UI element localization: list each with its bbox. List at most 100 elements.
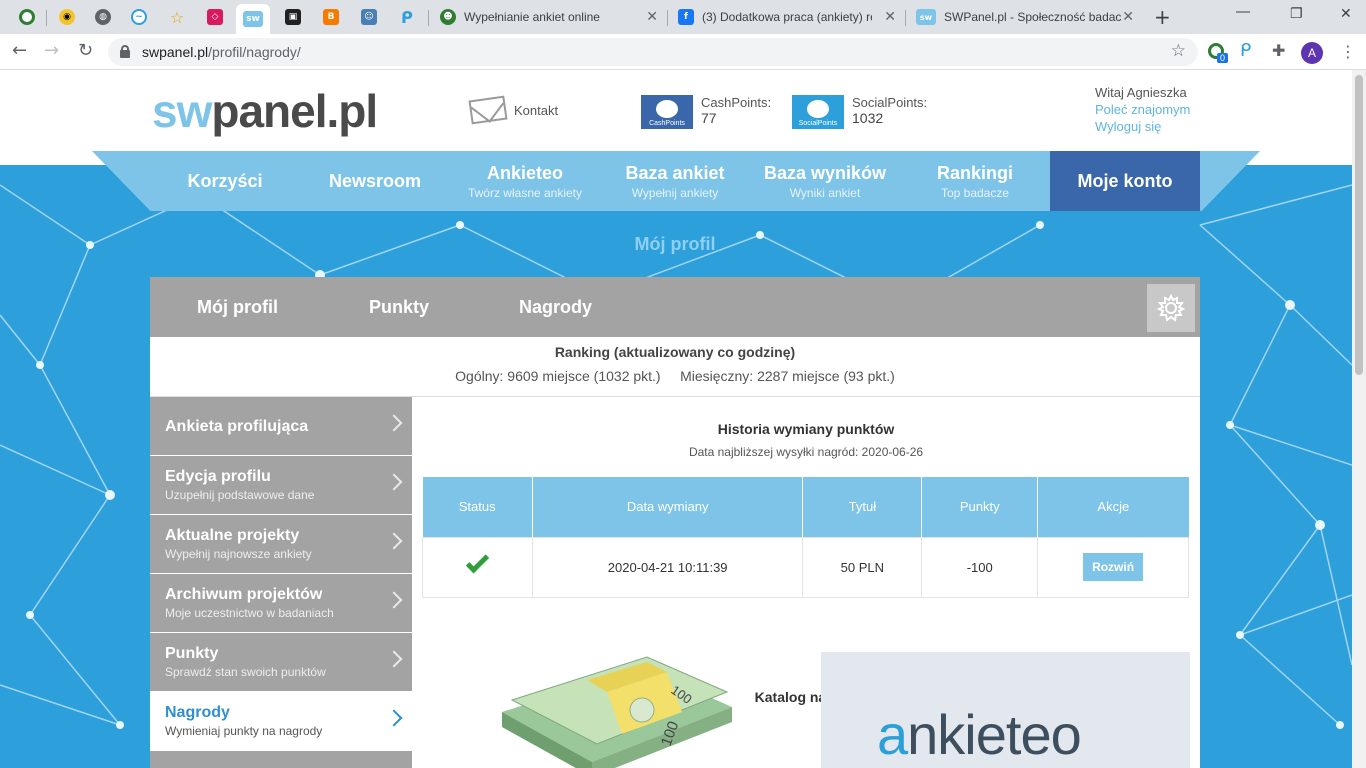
eye-icon: ◉	[59, 9, 75, 25]
ranking-monthly: Miesięczny: 2287 miejsce (93 pkt.)	[680, 368, 895, 384]
points-cell: -100	[921, 536, 1039, 598]
globe-icon: ◍	[95, 9, 111, 25]
contact-link[interactable]: Kontakt	[468, 95, 559, 125]
reward-card-cash[interactable]: 100 100	[492, 652, 732, 768]
close-tab-icon[interactable]: ✕	[884, 9, 896, 25]
minimize-icon[interactable]: ―	[1236, 4, 1250, 20]
lock-icon	[120, 45, 130, 58]
browser-toolbar: ← → ↻ swpanel.pl/profil/nagrody/ ☆	[0, 34, 1366, 70]
account-sidebar: Ankieta profilująca Edycja profilu Uzupe…	[150, 397, 412, 768]
sidebar-item-edycja-profilu[interactable]: Edycja profilu Uzupełnij podstawowe dane	[150, 456, 412, 515]
nav-label: Korzyści	[187, 170, 263, 191]
pinned-tab-6[interactable]: ◇	[198, 4, 232, 30]
expand-button[interactable]: Rozwiń	[1083, 553, 1144, 581]
nav-item-ankieteo[interactable]: Ankieteo Twórz własne ankiety	[450, 151, 600, 211]
sidebar-item-aktualne-projekty[interactable]: Aktualne projekty Wypełnij najnowsze ank…	[150, 515, 412, 574]
scrollbar-thumb[interactable]	[1355, 75, 1363, 375]
new-tab-button[interactable]: +	[1154, 5, 1171, 29]
reward-card-ankieteo[interactable]: ankieteo	[821, 652, 1190, 768]
sidebar-item-punkty[interactable]: Punkty Sprawdź stan swoich punktów	[150, 633, 412, 692]
star-icon: ☆	[169, 7, 185, 27]
nav-item-baza-ankiet[interactable]: Baza ankiet Wypełnij ankiety	[600, 151, 750, 211]
p-logo-icon: ᑭ	[401, 7, 413, 27]
back-icon[interactable]: ←	[12, 40, 27, 61]
p-extension-icon[interactable]: ᑭ	[1240, 40, 1251, 61]
restore-icon[interactable]: ❐	[1290, 6, 1303, 22]
close-tab-icon[interactable]: ✕	[646, 9, 658, 25]
sidebar-item-label: Edycja profilu	[165, 468, 271, 485]
reload-icon[interactable]: ↻	[78, 40, 93, 61]
pinned-tab-swpanel-active[interactable]: sw	[236, 4, 270, 34]
sidebar-item-next[interactable]	[150, 751, 412, 768]
tab-nagrody[interactable]: Nagrody	[519, 297, 592, 318]
pinned-tab-11[interactable]: ᑭ	[390, 4, 424, 30]
tab-punkty[interactable]: Punkty	[369, 297, 429, 318]
pinned-tab-2[interactable]: ◉	[50, 4, 84, 30]
nav-item-baza-wynikow[interactable]: Baza wyników Wyniki ankiet	[750, 151, 900, 211]
person-icon: ☻	[440, 9, 456, 25]
facebook-icon: f	[678, 9, 694, 25]
exchange-date-cell: 2020-04-21 10:11:39	[531, 536, 804, 598]
browser-tab-ankiety[interactable]: ☻ Wypełnianie ankiet online ✕	[430, 4, 666, 30]
browser-tab-swpanel[interactable]: sw SWPanel.pl - Społeczność badacz ✕	[906, 4, 1142, 30]
pinned-tab-8[interactable]: ▣	[276, 4, 310, 30]
pinned-tab-1[interactable]	[10, 4, 44, 30]
pinned-tab-3[interactable]: ◍	[86, 4, 120, 30]
close-tab-icon[interactable]: ✕	[1122, 9, 1134, 25]
pinned-tab-10[interactable]: ☺	[352, 4, 386, 30]
nav-label: Baza ankiet	[625, 162, 725, 183]
nav-item-newsroom[interactable]: Newsroom	[300, 151, 450, 211]
main-nav: Korzyści Newsroom Ankieteo Twórz własne …	[150, 151, 1200, 211]
ranking-title: Ranking (aktualizowany co godzinę)	[554, 344, 796, 360]
pinned-tab-5[interactable]: ☆	[160, 4, 194, 30]
ranking-overall: Ogólny: 9609 miejsce (1032 pkt.)	[455, 368, 661, 384]
nav-label: Rankingi	[936, 162, 1013, 183]
sidebar-item-sub: Uzupełnij podstawowe dane	[165, 488, 315, 502]
nav-sublabel: Wyniki ankiet	[789, 185, 861, 200]
pinned-tab-9[interactable]: B	[314, 4, 348, 30]
tab-moj-profil[interactable]: Mój profil	[197, 297, 278, 318]
puzzle-icon[interactable]: ✚	[1272, 41, 1285, 60]
page-scrollbar[interactable]	[1352, 70, 1366, 768]
swpanel-logo[interactable]: swpanel.pl	[152, 84, 378, 138]
socialpoints-value: 1032	[852, 110, 884, 126]
logo-sw: sw	[152, 85, 212, 137]
browser-tab-facebook[interactable]: f (3) Dodatkowa praca (ankiety) re ✕	[668, 4, 904, 30]
sidebar-item-ankieta-profilujaca[interactable]: Ankieta profilująca	[150, 397, 412, 456]
menu-dots-icon[interactable]: ⋮	[1340, 42, 1356, 61]
extension-counter[interactable]: 0	[1208, 43, 1229, 63]
address-bar[interactable]: swpanel.pl/profil/nagrody/ ☆	[108, 38, 1198, 66]
recommend-link[interactable]: Poleć znajomym	[1095, 101, 1190, 118]
sidebar-item-sub: Wypełnij najnowsze ankiety	[165, 547, 312, 561]
nav-label: Baza wyników	[763, 162, 887, 183]
envelope-icon	[468, 95, 508, 125]
nav-item-rankingi[interactable]: Rankingi Top badacze	[900, 151, 1050, 211]
nav-item-korzysci[interactable]: Korzyści	[150, 151, 300, 211]
tab-title: Wypełnianie ankiet online	[464, 10, 600, 24]
media-icon: ▣	[285, 9, 301, 25]
blogger-icon: B	[323, 9, 339, 25]
nav-sublabel: Top badacze	[940, 185, 1010, 200]
nav-label: Newsroom	[328, 170, 422, 191]
close-window-icon[interactable]: ✕	[1340, 6, 1352, 22]
socialpoints-widget: SocialPoints SocialPoints: 1032	[792, 95, 927, 129]
column-header: Status	[422, 477, 533, 537]
extension-badge: 0	[1217, 53, 1229, 63]
profile-avatar[interactable]: A	[1301, 42, 1323, 64]
messenger-icon: ~	[131, 9, 147, 25]
nav-item-moje-konto[interactable]: Moje konto	[1050, 151, 1200, 211]
forward-icon[interactable]: →	[44, 40, 59, 61]
ranking-details: Ogólny: 9609 miejsce (1032 pkt.) Miesięc…	[150, 368, 1200, 384]
contact-label: Kontakt	[514, 102, 559, 118]
pinned-tab-4[interactable]: ~	[122, 4, 156, 30]
sidebar-item-nagrody[interactable]: Nagrody Wymieniaj punkty na nagrody	[150, 692, 412, 751]
cashpoints-logo-text: CashPoints	[649, 120, 685, 127]
sidebar-item-archiwum-projektow[interactable]: Archiwum projektów Moje uczestnictwo w b…	[150, 574, 412, 633]
url-text: swpanel.pl/profil/nagrody/	[142, 44, 301, 60]
settings-button[interactable]	[1147, 284, 1195, 332]
robot-icon: ☺	[361, 9, 377, 25]
bookmark-star-icon[interactable]: ☆	[1171, 41, 1186, 61]
nav-sublabel: Wypełnij ankiety	[631, 185, 719, 200]
column-header: Data wymiany	[532, 477, 804, 537]
logout-link[interactable]: Wyloguj się	[1095, 118, 1190, 135]
